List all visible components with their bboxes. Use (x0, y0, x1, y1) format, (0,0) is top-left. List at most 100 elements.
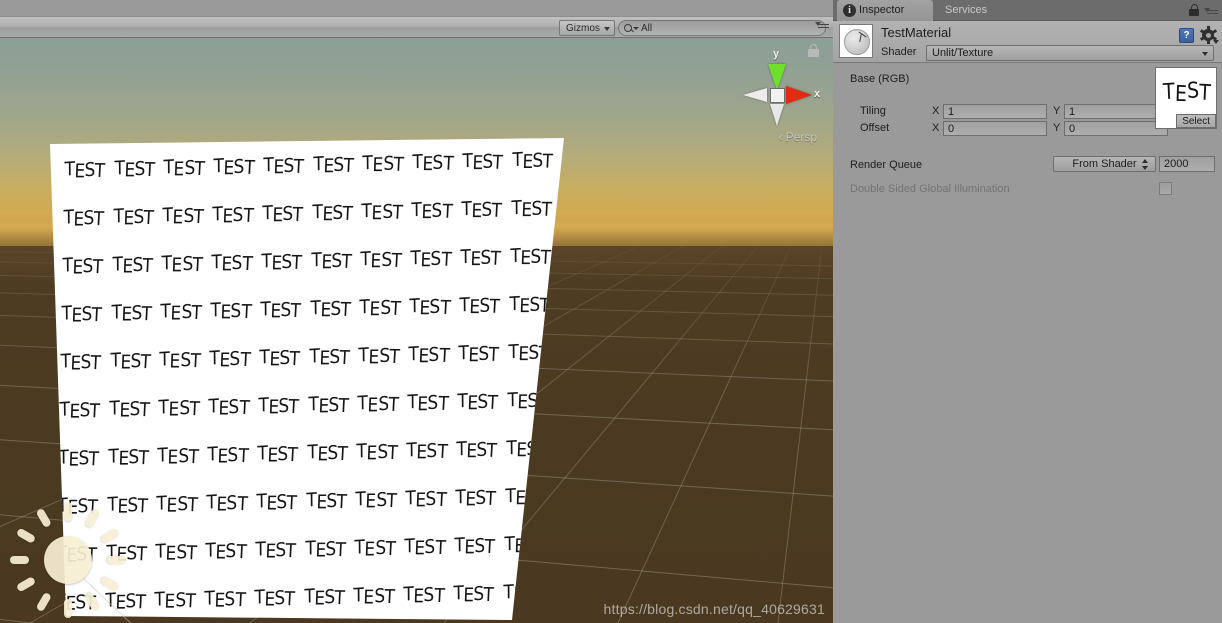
axis-y-cone[interactable] (768, 64, 786, 90)
unity-editor-window: Gizmos All TEST TEST TEST TEST TEST TEST… (0, 0, 1222, 623)
shader-dropdown[interactable]: Unlit/Texture (926, 45, 1214, 61)
projection-mode-label[interactable]: ‹ Persp (779, 130, 817, 144)
material-preview-thumbnail[interactable] (839, 24, 873, 58)
scene-search-field[interactable]: All (618, 20, 826, 36)
texture-tile-word: TEST (210, 299, 252, 325)
texture-tile-word: TEST (453, 582, 495, 607)
texture-tile-word: TEST (204, 587, 246, 613)
render-queue-value-input[interactable]: 2000 (1159, 156, 1215, 172)
texture-tile-word: TEST (162, 204, 204, 229)
material-properties: Base (RGB) Tiling Offset X 1 Y 1 X 0 Y 0… (833, 64, 1222, 623)
texture-tile-word: TEST (307, 441, 348, 467)
axis-x-cone[interactable] (786, 86, 812, 104)
texture-tile-word: TEST (108, 445, 150, 471)
texture-tile-word: TEST (209, 347, 251, 373)
render-queue-label: Render Queue (850, 159, 923, 171)
sun-ray (35, 507, 52, 529)
axis-negative-x-cone[interactable] (743, 88, 767, 102)
texture-tile-word: TEST (109, 397, 151, 423)
sun-ray (99, 576, 121, 593)
scene-menu-icon[interactable] (815, 19, 829, 30)
sun-ray (84, 507, 101, 529)
double-sided-gi-label: Double Sided Global Illumination (850, 183, 1010, 195)
texture-tile-word: TEST (262, 202, 304, 227)
inspector-tab-actions (1189, 4, 1218, 16)
texture-tile-word: TEST (456, 438, 498, 463)
texture-tile-word: TEST (62, 254, 104, 280)
texture-tile-word: TEST (360, 248, 402, 273)
scene-tab-strip (0, 0, 833, 16)
texture-tile-word: TEST (213, 155, 255, 180)
inspector-tab-bar: i Inspector Services (833, 0, 1222, 21)
material-header-actions: ? (1179, 26, 1219, 44)
tab-services[interactable]: Services (937, 0, 1003, 21)
texture-tile-word: TEST (205, 539, 247, 565)
texture-select-button[interactable]: Select (1176, 114, 1216, 128)
texture-tile-word: TEST (163, 156, 205, 181)
tiling-x-input[interactable]: 1 (943, 104, 1047, 119)
sun-ray (10, 556, 29, 564)
sun-ray (35, 591, 52, 613)
scene-view-toolbar: Gizmos All (0, 16, 833, 38)
lock-icon[interactable] (1189, 4, 1199, 16)
offset-x-input[interactable]: 0 (943, 121, 1047, 136)
texture-tile-word: TEST (112, 253, 154, 279)
offset-y-input[interactable]: 0 (1064, 121, 1168, 136)
gear-icon[interactable] (1199, 26, 1219, 44)
texture-tile-word: TEST (405, 487, 447, 512)
shader-value: Unlit/Texture (932, 47, 994, 59)
chevron-down-icon (603, 27, 610, 31)
sun-ray (107, 556, 126, 564)
texture-tile-word: TEST (306, 489, 347, 515)
persp-arrow-icon: ‹ (778, 130, 783, 144)
scene-toolbar-right (815, 19, 829, 30)
base-texture-slot[interactable]: TEST Select (1155, 67, 1217, 129)
texture-tile-word: TEST (64, 158, 106, 184)
tab-inspector[interactable]: i Inspector (837, 0, 933, 21)
texture-tile-word: TEST (410, 247, 452, 272)
texture-tile-word: TEST (303, 585, 345, 611)
help-icon[interactable]: ? (1179, 27, 1194, 43)
tiling-y-input[interactable]: 1 (1064, 104, 1168, 119)
texture-tile-word: TEST (358, 344, 400, 369)
texture-tile-word: TEST (404, 535, 446, 560)
double-sided-gi-checkbox[interactable] (1159, 182, 1172, 195)
inspector-menu-icon[interactable] (1204, 5, 1218, 16)
gizmos-dropdown[interactable]: Gizmos (559, 20, 615, 36)
texture-tile-word: TEST (211, 251, 253, 276)
offset-label: Offset (860, 122, 890, 134)
sun-ray (15, 527, 37, 544)
texture-tile-word: TEST (462, 149, 504, 175)
texture-tile-word: TEST (256, 490, 298, 516)
scene-lock-icon[interactable] (808, 44, 819, 57)
directional-light-gizmo[interactable] (8, 500, 128, 622)
render-queue-mode: From Shader (1072, 158, 1137, 170)
texture-tile-word: TEST (263, 154, 305, 179)
persp-text: Persp (785, 130, 817, 144)
texture-tile-word: TEST (111, 301, 153, 327)
chevron-down-icon (633, 27, 639, 30)
axis-center-cube[interactable] (770, 88, 785, 103)
texture-tile-word: TEST (304, 537, 346, 563)
render-queue-dropdown[interactable]: From Shader (1053, 156, 1156, 172)
texture-tile-word: TEST (254, 586, 296, 612)
texture-tile-word: TEST (114, 157, 156, 182)
sun-ray (64, 599, 72, 618)
texture-tile-word: TEST (510, 196, 552, 222)
texture-tile-word: TEST (312, 201, 354, 226)
texture-tile-word: TEST (411, 199, 453, 224)
watermark-url: https://blog.csdn.net/qq_40629631 (603, 601, 825, 617)
texture-tile-word: TEST (455, 486, 497, 511)
scene-viewport[interactable]: TEST TEST TEST TEST TEST TEST TEST TEST TEST TEST… (0, 38, 833, 623)
texture-tile-word: TEST (511, 148, 553, 174)
axis-x-label: x (814, 88, 821, 100)
texture-tile-word: TEST (110, 349, 152, 375)
axis-negative-y-cone[interactable] (770, 104, 784, 126)
axis-y-label: y (773, 48, 780, 60)
tiling-label: Tiling (860, 105, 886, 117)
texture-tile-word: TEST (457, 390, 499, 415)
texture-tile-word: TEST (508, 293, 550, 318)
texture-tile-word: TEST (359, 296, 401, 321)
texture-tile-word: TEST (308, 393, 349, 418)
texture-tile-word: TEST (63, 206, 105, 232)
